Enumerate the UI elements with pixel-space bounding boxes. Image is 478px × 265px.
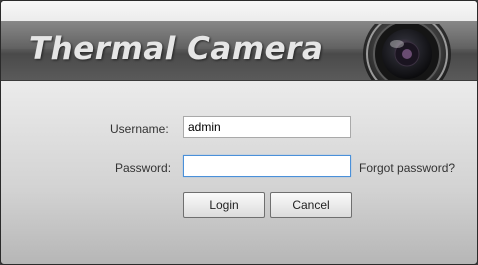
banner: Thermal Camera	[1, 21, 477, 81]
password-label: Password:	[115, 161, 172, 175]
top-strip	[1, 1, 477, 21]
forgot-password-link[interactable]: Forgot password?	[359, 161, 455, 175]
login-window: Thermal Camera Username: admin Password:…	[0, 0, 478, 265]
cancel-button[interactable]: Cancel	[270, 192, 352, 218]
username-label: Username:	[110, 122, 169, 136]
username-input[interactable]	[183, 116, 351, 138]
password-input[interactable]	[183, 155, 351, 177]
login-button[interactable]: Login	[183, 192, 265, 218]
camera-lens-icon	[363, 24, 451, 80]
banner-title: Thermal Camera	[29, 31, 324, 67]
